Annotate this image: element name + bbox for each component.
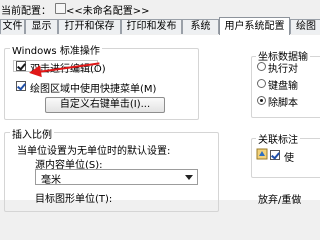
- shortcut-menu-label: 绘图区域中使用快捷菜单(M): [30, 84, 157, 95]
- radio-keyboard-entry-label: 键盘输: [268, 81, 298, 92]
- source-units-select[interactable]: 毫米: [35, 169, 198, 186]
- source-units-value: 毫米: [41, 175, 61, 186]
- tab-display[interactable]: 显示: [25, 19, 58, 34]
- tab-open-save[interactable]: 打开和保存: [58, 19, 121, 34]
- undo-redo-title: 放弃/重做: [258, 195, 302, 206]
- assoc-dim-label: 使: [284, 153, 294, 164]
- tab-system[interactable]: 系统: [182, 19, 219, 34]
- double-click-edit-checkbox[interactable]: [16, 61, 26, 71]
- assoc-dim-title: 关联标注: [256, 131, 300, 146]
- assoc-dim-checkbox[interactable]: [270, 150, 280, 160]
- custom-right-click-button[interactable]: 自定义右键单击(I)...: [45, 97, 165, 113]
- tab-plot-publish[interactable]: 打印和发布: [121, 19, 182, 34]
- tab-file[interactable]: 文件: [0, 19, 25, 34]
- tab-user-preferences[interactable]: 用户系统配置: [219, 17, 290, 35]
- dimension-icon: [256, 148, 268, 160]
- windows-standard-title: Windows 标准操作: [10, 42, 102, 57]
- shortcut-menu-checkbox[interactable]: [16, 81, 26, 91]
- check-icon: [271, 150, 280, 160]
- radio-except-scripts[interactable]: [257, 96, 266, 105]
- current-drawing-value: <<未命名配置>>: [66, 6, 150, 17]
- tab-drafting[interactable]: 绘图: [290, 19, 320, 34]
- profile-bar: 当前配置： <<未命名配置>>: [0, 0, 320, 17]
- insertion-scale-desc: 当单位设置为无单位时的默认设置:: [17, 146, 171, 157]
- insertion-scale-title: 插入比例: [10, 126, 54, 141]
- chevron-down-icon: [185, 175, 193, 180]
- options-tabs: 文件 显示 打开和保存 打印和发布 系统 用户系统配置 绘图: [0, 17, 320, 35]
- radio-keyboard-entry[interactable]: [257, 79, 266, 88]
- annotation-arrow-icon: [28, 65, 42, 79]
- check-icon: [17, 81, 26, 91]
- radio-except-scripts-label: 除脚本: [268, 98, 298, 109]
- current-profile-label: 当前配置：: [1, 6, 51, 17]
- check-icon: [17, 61, 26, 71]
- radio-running-osnap-label: 执行对: [268, 64, 298, 75]
- radio-running-osnap[interactable]: [257, 62, 266, 71]
- target-units-label: 目标图形单位(T):: [35, 194, 113, 205]
- drawing-icon: [55, 3, 66, 14]
